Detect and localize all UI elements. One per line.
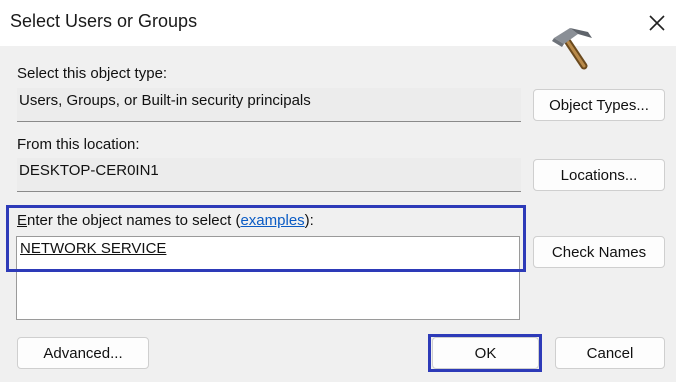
location-label: From this location: <box>17 136 140 153</box>
close-button[interactable] <box>640 6 674 40</box>
object-names-input[interactable]: NETWORK SERVICE <box>16 236 520 320</box>
object-types-button[interactable]: Object Types... <box>533 89 665 121</box>
cancel-button[interactable]: Cancel <box>555 337 665 369</box>
select-users-dialog: Select Users or Groups Select this objec… <box>0 0 676 382</box>
object-names-value: NETWORK SERVICE <box>20 240 167 257</box>
object-type-field: Users, Groups, or Built-in security prin… <box>17 88 521 122</box>
examples-link[interactable]: examples <box>240 212 304 229</box>
advanced-button[interactable]: Advanced... <box>17 337 149 369</box>
location-field: DESKTOP-CER0IN1 <box>17 158 521 192</box>
hammer-icon <box>552 28 592 70</box>
label-suffix: ): <box>304 212 314 229</box>
object-names-label: Enter the object names to select (exampl… <box>17 212 314 229</box>
ok-button[interactable]: OK <box>432 337 539 369</box>
check-names-button[interactable]: Check Names <box>533 236 665 268</box>
locations-button[interactable]: Locations... <box>533 159 665 191</box>
object-type-label: Select this object type: <box>17 65 168 82</box>
label-text: nter the object names to select ( <box>27 212 241 229</box>
close-icon <box>649 15 665 31</box>
label-accelerator: E <box>17 212 28 229</box>
dialog-title: Select Users or Groups <box>10 11 198 31</box>
